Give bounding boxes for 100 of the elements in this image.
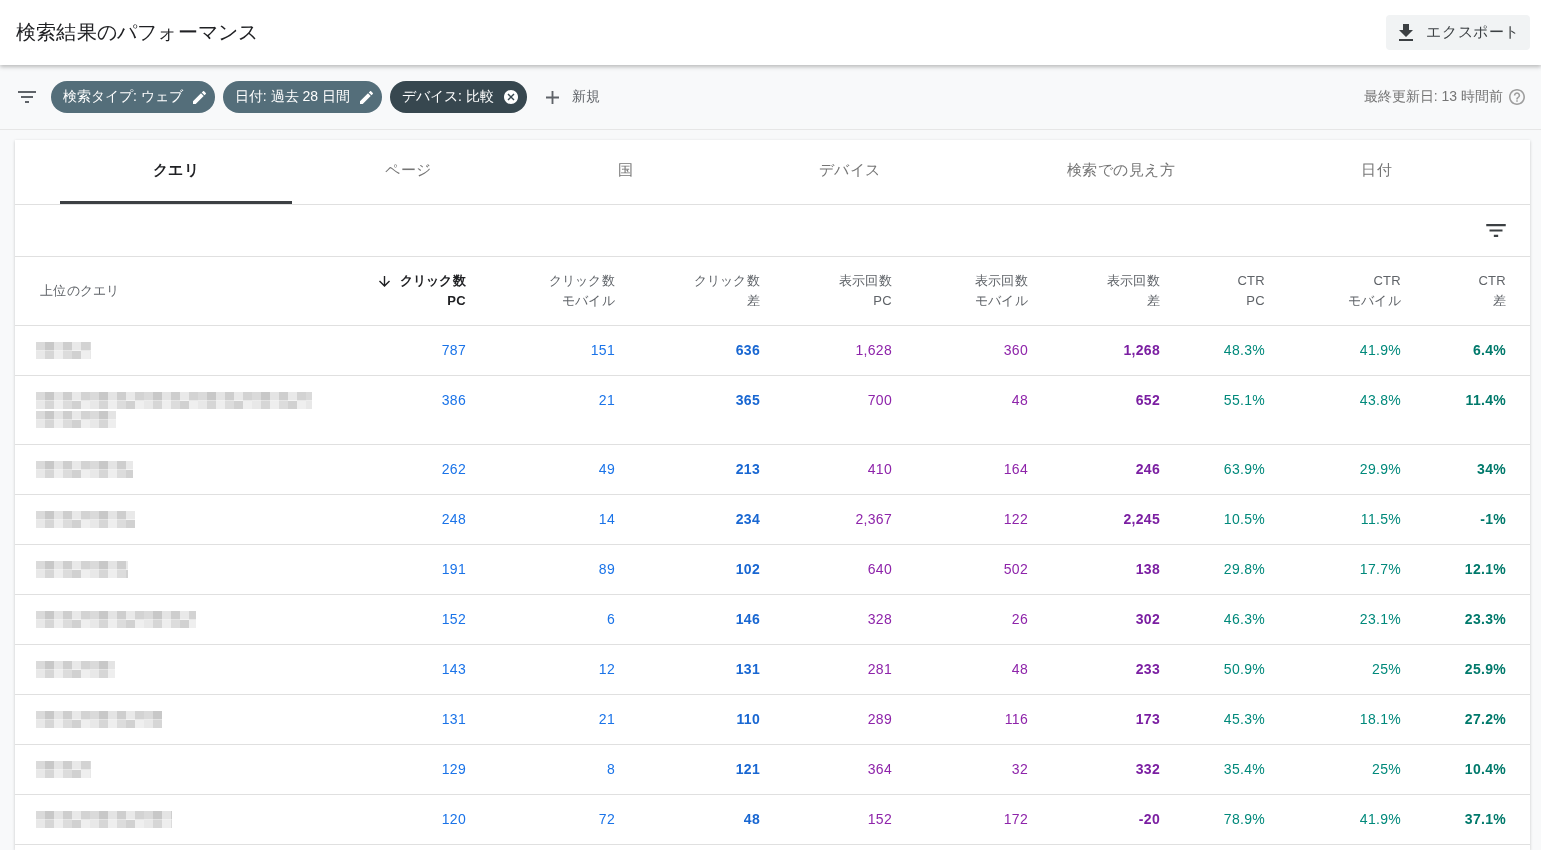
click-count-cell: 787 — [441, 342, 466, 358]
impression-count-cell: 640 — [867, 561, 892, 577]
blurred-text-placeholder — [36, 342, 91, 359]
click-count-cell: 365 — [735, 392, 760, 408]
column-header[interactable]: クリック数 モバイル — [548, 271, 615, 311]
column-header[interactable]: 表示回数 差 — [1106, 271, 1160, 311]
click-count-cell: 151 — [590, 342, 615, 358]
ctr-cell: 46.3% — [1223, 611, 1265, 627]
ctr-cell: 45.3% — [1223, 711, 1265, 727]
ctr-cell: 41.9% — [1359, 342, 1401, 358]
impression-count-cell: 32 — [1011, 761, 1028, 777]
click-count-cell: 152 — [441, 611, 466, 627]
impression-count-cell: 332 — [1135, 761, 1160, 777]
ctr-cell: -1% — [1480, 511, 1506, 527]
page-title: 検索結果のパフォーマンス — [16, 20, 259, 45]
new-filter-button[interactable]: 新規 — [545, 88, 600, 106]
column-header[interactable]: クリック数 差 — [693, 271, 760, 311]
filter-chip[interactable]: 検索タイプ: ウェブ — [51, 81, 215, 113]
ctr-cell: 11.5% — [1360, 511, 1401, 527]
click-count-cell: 121 — [735, 761, 760, 777]
ctr-cell: 18.1% — [1359, 711, 1401, 727]
impression-count-cell: 172 — [1003, 811, 1028, 827]
filter-chip[interactable]: デバイス: 比較 — [389, 81, 527, 113]
ctr-cell: 55.1% — [1223, 392, 1265, 408]
close-icon[interactable] — [503, 90, 518, 104]
ctr-cell: 25% — [1372, 761, 1401, 777]
click-count-cell: 12 — [598, 661, 615, 677]
impression-count-cell: 116 — [1004, 711, 1028, 727]
click-count-cell: 110 — [736, 711, 760, 727]
impression-count-cell: 138 — [1135, 561, 1160, 577]
impression-count-cell: 360 — [1003, 342, 1028, 358]
impression-count-cell: 48 — [1011, 392, 1028, 408]
export-button[interactable]: エクスポート — [1386, 15, 1530, 50]
help-icon[interactable] — [1509, 89, 1525, 105]
click-count-cell: 262 — [441, 461, 466, 477]
impression-count-cell: 2,367 — [855, 511, 892, 527]
impression-count-cell: 302 — [1135, 611, 1160, 627]
column-header[interactable]: CTR PC — [1237, 271, 1265, 311]
ctr-cell: 25.9% — [1464, 661, 1506, 677]
tab[interactable]: 国 — [524, 140, 726, 204]
impression-count-cell: 502 — [1003, 561, 1028, 577]
ctr-cell: 35.4% — [1223, 761, 1265, 777]
impression-count-cell: 233 — [1135, 661, 1160, 677]
tab[interactable]: ページ — [292, 140, 525, 204]
click-count-cell: 21 — [598, 392, 615, 408]
ctr-cell: 34% — [1477, 461, 1506, 477]
plus-icon — [545, 90, 559, 104]
ctr-cell: 29.9% — [1359, 461, 1401, 477]
click-count-cell: 131 — [441, 711, 466, 727]
filter-icon[interactable] — [18, 91, 36, 103]
tab[interactable]: デバイス — [726, 140, 974, 204]
tab[interactable]: 日付 — [1268, 140, 1485, 204]
click-count-cell: 131 — [735, 661, 760, 677]
impression-count-cell: 48 — [1011, 661, 1028, 677]
click-count-cell: 8 — [606, 761, 615, 777]
ctr-cell: 27.2% — [1464, 711, 1506, 727]
click-count-cell: 49 — [598, 461, 615, 477]
impression-count-cell: 289 — [867, 711, 892, 727]
impression-count-cell: 410 — [867, 461, 892, 477]
click-count-cell: 213 — [735, 461, 760, 477]
pencil-icon[interactable] — [192, 90, 206, 104]
impression-count-cell: 700 — [867, 392, 892, 408]
filter-icon[interactable] — [1486, 224, 1506, 237]
click-count-cell: 129 — [441, 761, 466, 777]
pencil-icon[interactable] — [359, 90, 373, 104]
ctr-cell: 29.8% — [1223, 561, 1265, 577]
click-count-cell: 386 — [441, 392, 466, 408]
click-count-cell: 191 — [441, 561, 466, 577]
impression-count-cell: 173 — [1135, 711, 1160, 727]
click-count-cell: 89 — [598, 561, 615, 577]
ctr-cell: 11.4% — [1465, 392, 1506, 408]
tab[interactable]: 検索での見え方 — [973, 140, 1269, 204]
column-header[interactable]: CTR 差 — [1478, 271, 1506, 311]
filter-chip[interactable]: 日付: 過去 28 日間 — [222, 81, 382, 113]
ctr-cell: 43.8% — [1359, 392, 1401, 408]
column-header[interactable]: クリック数 PC — [378, 271, 466, 311]
ctr-cell: 10.5% — [1223, 511, 1265, 527]
column-header[interactable]: 表示回数 PC — [838, 271, 892, 311]
column-header[interactable]: 表示回数 モバイル — [974, 271, 1028, 311]
ctr-cell: 10.4% — [1464, 761, 1506, 777]
impression-count-cell: 364 — [867, 761, 892, 777]
click-count-cell: 72 — [598, 811, 615, 827]
impression-count-cell: 122 — [1003, 511, 1028, 527]
ctr-cell: 25% — [1372, 661, 1401, 677]
ctr-cell: 50.9% — [1223, 661, 1265, 677]
click-count-cell: 14 — [598, 511, 615, 527]
ctr-cell: 78.9% — [1223, 811, 1265, 827]
impression-count-cell: -20 — [1138, 811, 1160, 827]
impression-count-cell: 652 — [1135, 392, 1160, 408]
click-count-cell: 234 — [735, 511, 760, 527]
impression-count-cell: 1,268 — [1123, 342, 1160, 358]
ctr-cell: 37.1% — [1464, 811, 1506, 827]
impression-count-cell: 26 — [1011, 611, 1028, 627]
click-count-cell: 48 — [743, 811, 760, 827]
ctr-cell: 41.9% — [1359, 811, 1401, 827]
column-header[interactable]: 上位のクエリ — [40, 281, 120, 301]
ctr-cell: 48.3% — [1223, 342, 1265, 358]
tab[interactable]: クエリ — [60, 140, 293, 204]
click-count-cell: 102 — [735, 561, 760, 577]
column-header[interactable]: CTR モバイル — [1347, 271, 1401, 311]
